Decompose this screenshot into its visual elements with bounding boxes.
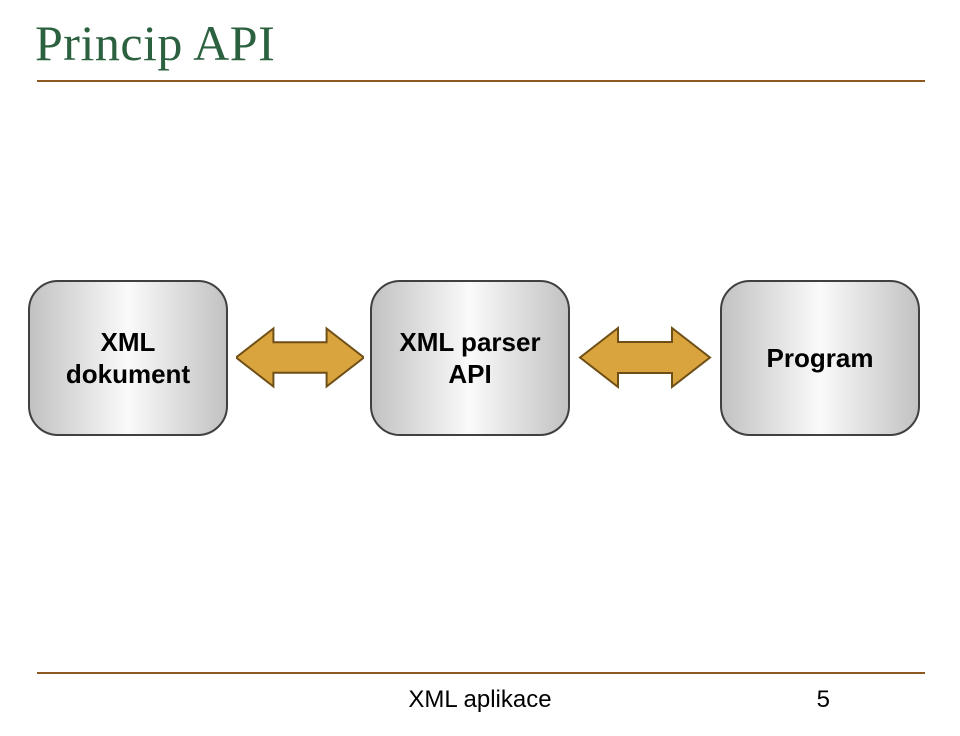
arrow-doc-parser: [236, 320, 364, 395]
slide: Princip API XML dokument XML parser API …: [0, 0, 960, 736]
page-number: 5: [817, 686, 830, 714]
arrow-parser-program: [578, 320, 712, 395]
double-arrow-icon: [236, 320, 364, 395]
box-label: Program: [767, 342, 874, 375]
box-label: API: [448, 358, 491, 391]
box-label: XML dokument: [40, 326, 216, 391]
program-box: Program: [720, 280, 920, 436]
slide-title: Princip API: [35, 14, 275, 72]
footer-divider: [37, 672, 925, 674]
double-arrow-icon: [578, 320, 712, 395]
box-label: XML parser: [399, 326, 540, 359]
xml-document-box: XML dokument: [28, 280, 228, 436]
xml-parser-api-box: XML parser API: [370, 280, 570, 436]
title-divider: [37, 80, 925, 82]
